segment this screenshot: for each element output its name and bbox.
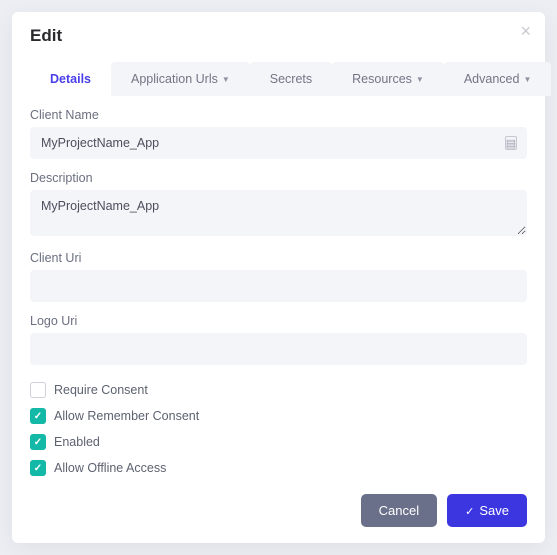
tab-details[interactable]: Details [30, 62, 111, 96]
cancel-button[interactable]: Cancel [361, 494, 437, 527]
check-icon [465, 503, 474, 518]
autofill-icon[interactable]: ▤ [505, 136, 517, 150]
allow-offline-checkbox[interactable]: ✓ [30, 460, 46, 476]
chevron-down-icon: ▼ [523, 75, 531, 84]
input-wrap: ▤ [30, 127, 527, 159]
tabs-bar: Details Application Urls ▼ Secrets Resou… [12, 52, 545, 96]
allow-remember-label: Allow Remember Consent [54, 409, 199, 423]
check-row-allow-offline: ✓ Allow Offline Access [30, 455, 527, 481]
save-button[interactable]: Save [447, 494, 527, 527]
check-row-allow-remember: ✓ Allow Remember Consent [30, 403, 527, 429]
allow-offline-label: Allow Offline Access [54, 461, 166, 475]
close-icon[interactable]: × [520, 22, 531, 40]
modal-header: Edit × [12, 12, 545, 52]
logo-uri-input[interactable] [30, 333, 527, 365]
client-name-input[interactable] [30, 127, 527, 159]
field-client-uri: Client Uri [30, 251, 527, 302]
description-label: Description [30, 171, 527, 185]
enabled-checkbox[interactable]: ✓ [30, 434, 46, 450]
allow-remember-checkbox[interactable]: ✓ [30, 408, 46, 424]
field-client-name: Client Name ▤ [30, 108, 527, 159]
enabled-label: Enabled [54, 435, 100, 449]
tab-application-urls[interactable]: Application Urls ▼ [111, 62, 250, 96]
tab-label: Details [50, 72, 91, 86]
tab-label: Secrets [270, 72, 312, 86]
tab-resources[interactable]: Resources ▼ [332, 62, 444, 96]
client-uri-label: Client Uri [30, 251, 527, 265]
field-logo-uri: Logo Uri [30, 314, 527, 365]
client-name-label: Client Name [30, 108, 527, 122]
edit-modal: Edit × Details Application Urls ▼ Secret… [12, 12, 545, 543]
require-consent-checkbox[interactable] [30, 382, 46, 398]
chevron-down-icon: ▼ [416, 75, 424, 84]
modal-title: Edit [30, 26, 527, 46]
description-input[interactable] [30, 190, 527, 236]
check-row-require-consent: Require Consent [30, 377, 527, 403]
field-description: Description [30, 171, 527, 239]
chevron-down-icon: ▼ [222, 75, 230, 84]
checkbox-group: Require Consent ✓ Allow Remember Consent… [30, 377, 527, 481]
tab-secrets[interactable]: Secrets [250, 62, 332, 96]
tab-label: Resources [352, 72, 412, 86]
check-row-enabled: ✓ Enabled [30, 429, 527, 455]
cancel-button-label: Cancel [379, 503, 419, 518]
modal-body: Client Name ▤ Description Client Uri Log… [12, 96, 545, 482]
logo-uri-label: Logo Uri [30, 314, 527, 328]
tab-label: Advanced [464, 72, 520, 86]
save-button-label: Save [479, 503, 509, 518]
tab-advanced[interactable]: Advanced ▼ [444, 62, 552, 96]
tab-label: Application Urls [131, 72, 218, 86]
client-uri-input[interactable] [30, 270, 527, 302]
require-consent-label: Require Consent [54, 383, 148, 397]
modal-footer: Cancel Save [12, 482, 545, 543]
